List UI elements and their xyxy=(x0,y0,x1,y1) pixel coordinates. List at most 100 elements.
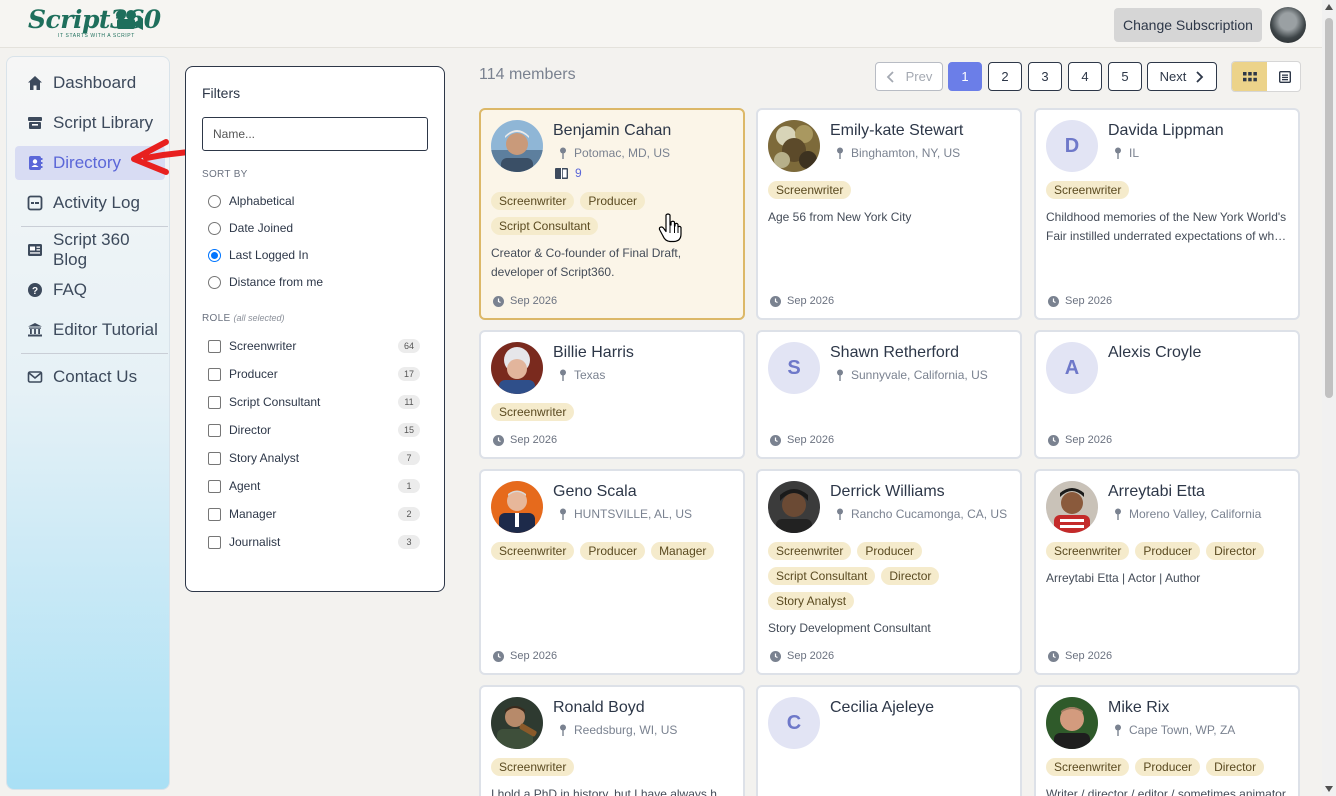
sidebar-item-faq[interactable]: ? FAQ xyxy=(15,273,165,307)
member-avatar[interactable] xyxy=(491,342,543,394)
role-producer[interactable]: Producer xyxy=(208,365,278,383)
chevron-left-icon xyxy=(886,70,894,83)
member-name[interactable]: Billie Harris xyxy=(553,344,634,362)
member-card[interactable]: Billie Harris Texas Screenwriter Sep 202… xyxy=(479,330,745,459)
page-scrollbar[interactable] xyxy=(1322,0,1336,796)
role-manager[interactable]: Manager xyxy=(208,505,276,523)
page-5-button[interactable]: 5 xyxy=(1108,62,1142,91)
member-name[interactable]: Ronald Boyd xyxy=(553,699,645,717)
member-name[interactable]: Cecilia Ajeleye xyxy=(830,699,934,717)
role-tag: Screenwriter xyxy=(491,403,575,421)
sidebar-item-label: Script Library xyxy=(53,113,154,132)
member-card[interactable]: Mike Rix Cape Town, WP, ZA Screenwriter … xyxy=(1034,685,1300,796)
sidebar-item-blog[interactable]: Script 360 Blog xyxy=(15,230,165,269)
sort-date-joined[interactable]: Date Joined xyxy=(208,219,293,237)
checkbox[interactable] xyxy=(208,451,221,465)
radio-button-selected[interactable] xyxy=(208,248,221,262)
page-1-button[interactable]: 1 xyxy=(948,62,982,91)
prev-page-button[interactable]: Prev xyxy=(875,62,943,91)
radio-button[interactable] xyxy=(208,275,221,289)
checkbox[interactable] xyxy=(208,479,221,493)
role-tag: Screenwriter xyxy=(491,758,575,776)
member-card[interactable]: Arreytabi Etta Moreno Valley, California… xyxy=(1034,469,1300,675)
checkbox[interactable] xyxy=(208,507,221,521)
sidebar-item-label: Dashboard xyxy=(53,73,137,92)
next-page-button[interactable]: Next xyxy=(1147,62,1217,91)
role-journalist[interactable]: Journalist xyxy=(208,533,280,551)
member-avatar[interactable] xyxy=(491,120,543,172)
sidebar-item-script-library[interactable]: Script Library xyxy=(15,106,165,140)
radio-button[interactable] xyxy=(208,194,221,208)
member-location: HUNTSVILLE, AL, US xyxy=(559,507,692,521)
scroll-down-icon[interactable] xyxy=(1325,786,1333,792)
list-view-button[interactable] xyxy=(1267,62,1300,91)
member-avatar-initial[interactable]: C xyxy=(768,697,820,749)
script360-logo[interactable]: Script360 IT STARTS WITH A SCRIPT xyxy=(14,3,161,43)
change-subscription-button[interactable]: Change Subscription xyxy=(1114,8,1262,42)
member-card[interactable]: A Alexis Croyle Sep 2026 xyxy=(1034,330,1300,459)
member-name[interactable]: Geno Scala xyxy=(553,483,637,501)
member-avatar[interactable] xyxy=(768,120,820,172)
member-card[interactable]: Geno Scala HUNTSVILLE, AL, US Screenwrit… xyxy=(479,469,745,675)
member-name[interactable]: Davida Lippman xyxy=(1108,122,1224,140)
sort-by-label: SORT BY xyxy=(202,169,248,180)
member-card[interactable]: Ronald Boyd Reedsburg, WI, US Screenwrit… xyxy=(479,685,745,796)
grid-view-button[interactable] xyxy=(1232,62,1267,91)
sidebar-item-label: Editor Tutorial xyxy=(53,320,158,339)
sidebar-item-editor-tutorial[interactable]: Editor Tutorial xyxy=(15,313,165,347)
checkbox[interactable] xyxy=(208,395,221,409)
member-name[interactable]: Benjamin Cahan xyxy=(553,122,671,140)
filters-title: Filters xyxy=(202,85,241,101)
member-avatar[interactable] xyxy=(491,697,543,749)
page-4-button[interactable]: 4 xyxy=(1068,62,1102,91)
page-2-button[interactable]: 2 xyxy=(988,62,1022,91)
sidebar-item-dashboard[interactable]: Dashboard xyxy=(15,66,165,100)
member-name[interactable]: Mike Rix xyxy=(1108,699,1169,717)
sidebar-item-activity-log[interactable]: Activity Log xyxy=(15,186,165,220)
checkbox[interactable] xyxy=(208,339,221,353)
user-avatar[interactable] xyxy=(1270,7,1306,43)
member-avatar[interactable] xyxy=(1046,697,1098,749)
member-bio: Arreytabi Etta | Actor | Author xyxy=(1046,571,1201,585)
member-card[interactable]: D Davida Lippman IL Screenwriter Childho… xyxy=(1034,108,1300,320)
member-avatar-initial[interactable]: D xyxy=(1046,120,1098,172)
checkbox[interactable] xyxy=(208,367,221,381)
sort-last-logged-in[interactable]: Last Logged In xyxy=(208,246,308,264)
member-avatar[interactable] xyxy=(491,481,543,533)
radio-button[interactable] xyxy=(208,221,221,235)
role-director[interactable]: Director xyxy=(208,421,271,439)
member-name[interactable]: Derrick Williams xyxy=(830,483,945,501)
name-search-input[interactable] xyxy=(202,117,428,151)
institution-icon xyxy=(27,322,43,338)
member-card[interactable]: Emily-kate Stewart Binghamton, NY, US Sc… xyxy=(756,108,1022,320)
checkbox[interactable] xyxy=(208,423,221,437)
role-script-consultant[interactable]: Script Consultant xyxy=(208,393,320,411)
sort-distance[interactable]: Distance from me xyxy=(208,273,323,291)
member-card[interactable]: Derrick Williams Rancho Cucamonga, CA, U… xyxy=(756,469,1022,675)
sort-alphabetical[interactable]: Alphabetical xyxy=(208,192,294,210)
checkbox[interactable] xyxy=(208,535,221,549)
member-name[interactable]: Alexis Croyle xyxy=(1108,344,1201,362)
member-card[interactable]: C Cecilia Ajeleye xyxy=(756,685,1022,796)
scrollbar-thumb[interactable] xyxy=(1325,18,1333,398)
member-avatar[interactable] xyxy=(768,481,820,533)
member-card[interactable]: S Shawn Retherford Sunnyvale, California… xyxy=(756,330,1022,459)
scroll-up-icon[interactable] xyxy=(1325,4,1333,10)
member-avatar[interactable] xyxy=(1046,481,1098,533)
role-count-badge: 11 xyxy=(398,395,420,409)
role-count-badge: 2 xyxy=(398,507,420,521)
sidebar-item-contact-us[interactable]: Contact Us xyxy=(15,360,165,394)
role-tag: Screenwriter xyxy=(1046,758,1130,776)
role-agent[interactable]: Agent xyxy=(208,477,260,495)
page-3-button[interactable]: 3 xyxy=(1028,62,1062,91)
role-story-analyst[interactable]: Story Analyst xyxy=(208,449,299,467)
member-name[interactable]: Shawn Retherford xyxy=(830,344,959,362)
member-name[interactable]: Emily-kate Stewart xyxy=(830,122,963,140)
member-avatar-initial[interactable]: S xyxy=(768,342,820,394)
member-name[interactable]: Arreytabi Etta xyxy=(1108,483,1205,501)
member-avatar-initial[interactable]: A xyxy=(1046,342,1098,394)
member-card[interactable]: Benjamin Cahan Potomac, MD, US 9 Screenw… xyxy=(479,108,745,320)
member-script-count[interactable]: 9 xyxy=(555,166,582,180)
role-screenwriter[interactable]: Screenwriter xyxy=(208,337,296,355)
member-last-active: Sep 2026 xyxy=(1048,434,1112,446)
